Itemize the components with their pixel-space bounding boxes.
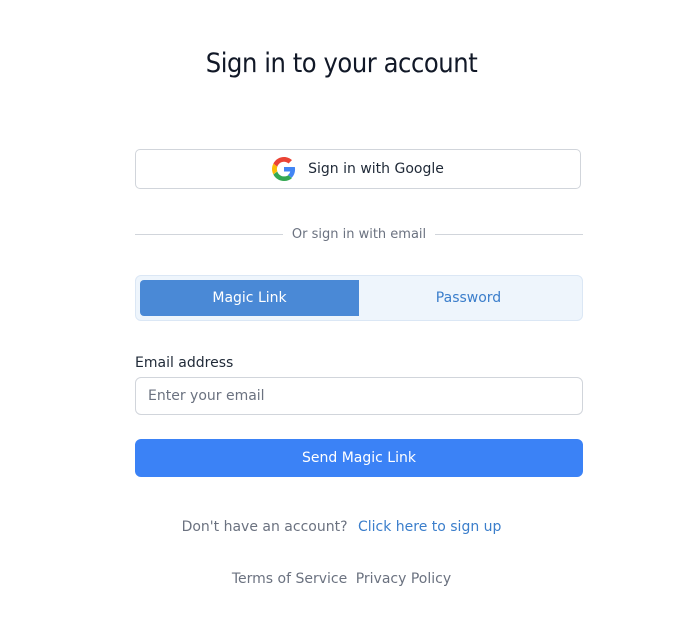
tab-password[interactable]: Password: [359, 280, 578, 316]
google-sign-in-button[interactable]: Sign in with Google: [135, 149, 581, 189]
sign-in-mode-toggle: Magic Link Password: [135, 275, 583, 321]
email-label: Email address: [135, 355, 234, 371]
signup-prompt-row: Don't have an account? Click here to sig…: [0, 519, 683, 535]
send-magic-link-button[interactable]: Send Magic Link: [135, 439, 583, 477]
sign-in-page: Sign in to your account Sign in with Goo…: [0, 0, 683, 629]
privacy-policy-link[interactable]: Privacy Policy: [356, 571, 451, 587]
footer-links: Terms of Service Privacy Policy: [0, 571, 683, 587]
page-title: Sign in to your account: [205, 48, 478, 79]
or-divider: Or sign in with email: [135, 224, 584, 244]
signup-link[interactable]: Click here to sign up: [358, 519, 501, 535]
divider-line-right: [435, 233, 584, 235]
google-button-label: Sign in with Google: [308, 161, 444, 177]
divider-line-left: [135, 233, 283, 235]
google-icon: [272, 157, 296, 181]
tab-magic-link[interactable]: Magic Link: [140, 280, 359, 316]
divider-text: Or sign in with email: [291, 226, 427, 242]
signup-prompt-text: Don't have an account?: [181, 519, 348, 535]
email-field[interactable]: [135, 377, 583, 415]
terms-of-service-link[interactable]: Terms of Service: [232, 571, 347, 587]
